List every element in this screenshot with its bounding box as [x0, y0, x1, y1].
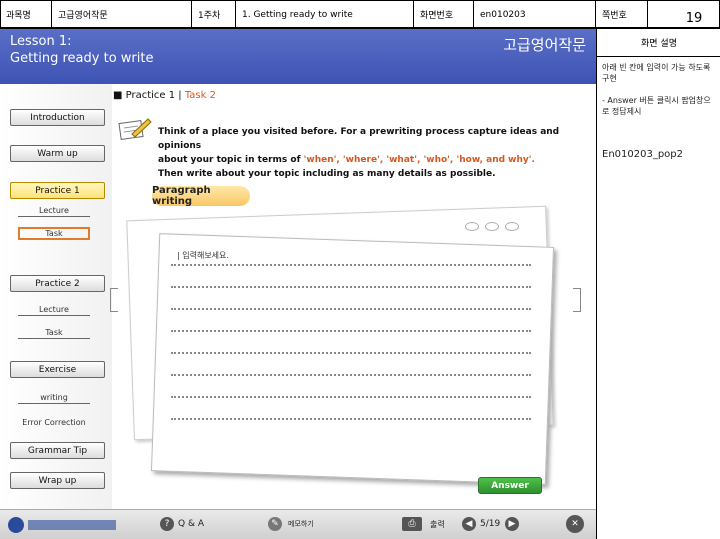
nav-p2-lecture[interactable]: Lecture — [18, 305, 90, 316]
prev-page-icon[interactable]: ◀ — [462, 517, 476, 531]
panel-title: 화면 설명 — [597, 29, 720, 57]
qa-link[interactable]: Q & A — [178, 519, 204, 529]
nav-p1-lecture[interactable]: Lecture — [18, 206, 90, 217]
input-hint: | 입력해보세요. — [177, 251, 229, 260]
instructions: Think of a place you visited before. For… — [158, 127, 560, 179]
page-value: 19 — [685, 11, 703, 26]
memo-link[interactable]: 메모하기 — [288, 519, 314, 529]
nav-wrap-up[interactable]: Wrap up — [10, 472, 105, 489]
week-label: 1주차 — [192, 0, 236, 29]
page-indicator: 5/19 — [480, 519, 501, 529]
nav-practice-1[interactable]: Practice 1 — [10, 182, 105, 199]
nav-practice-2[interactable]: Practice 2 — [10, 275, 105, 292]
panel-note-2: - Answer 버튼 클릭시 팝업창으로 정답제시 — [602, 96, 711, 116]
print-icon[interactable]: ⎙ — [402, 517, 422, 531]
page-label: 쪽번호 — [596, 0, 648, 29]
meta-bar: 과목명 고급영어작문 1주차 1. Getting ready to write… — [0, 0, 720, 29]
writing-area[interactable]: | 입력해보세요. — [165, 246, 545, 456]
print-link[interactable]: 출력 — [430, 519, 445, 530]
nav-grammar-tip[interactable]: Grammar Tip — [10, 442, 105, 459]
footer-bar: ? Q & A ✎ 메모하기 ⎙ 출력 ◀ 5/19 ▶ ✕ — [0, 509, 596, 539]
panel-note-1: 아래 빈 칸에 입력이 가능 하도록 구현 — [602, 63, 711, 83]
next-page-icon[interactable]: ▶ — [505, 517, 519, 531]
course-title: 고급영어작문 — [503, 36, 586, 54]
university-logo — [8, 515, 118, 535]
subject-label: 과목명 — [0, 0, 52, 29]
bracket-right — [573, 288, 581, 312]
screen-description-panel: 화면 설명 아래 빈 칸에 입력이 가능 하도록 구현 - Answer 버튼 … — [596, 29, 720, 539]
section-title: ■ Practice 1 | Task 2 — [113, 90, 216, 101]
screen-no-label: 화면번호 — [414, 0, 474, 29]
close-icon[interactable]: ✕ — [566, 515, 584, 533]
memo-icon[interactable]: ✎ — [268, 517, 282, 531]
lesson-title: Lesson 1: Getting ready to write — [10, 34, 154, 66]
binder-holes — [465, 222, 565, 236]
subject-value: 고급영어작문 — [52, 0, 192, 29]
answer-button[interactable]: Answer — [478, 477, 542, 494]
nav-ex-error-correction[interactable]: Error Correction — [14, 418, 94, 428]
nav-introduction[interactable]: Introduction — [10, 109, 105, 126]
screen-no-value: en010203 — [474, 0, 596, 29]
popup-id: En010203_pop2 — [602, 149, 684, 160]
notepad-pencil-icon — [118, 118, 152, 141]
nav-ex-writing[interactable]: writing — [18, 393, 90, 404]
bracket-left — [110, 288, 118, 312]
nav-exercise[interactable]: Exercise — [10, 361, 105, 378]
nav-p1-task[interactable]: Task — [18, 227, 90, 240]
paragraph-writing-tab: Paragraph writing — [152, 185, 250, 207]
nav-p2-task[interactable]: Task — [18, 328, 90, 339]
help-icon[interactable]: ? — [160, 517, 174, 531]
nav-warm-up[interactable]: Warm up — [10, 145, 105, 162]
lesson-name: 1. Getting ready to write — [236, 0, 414, 29]
